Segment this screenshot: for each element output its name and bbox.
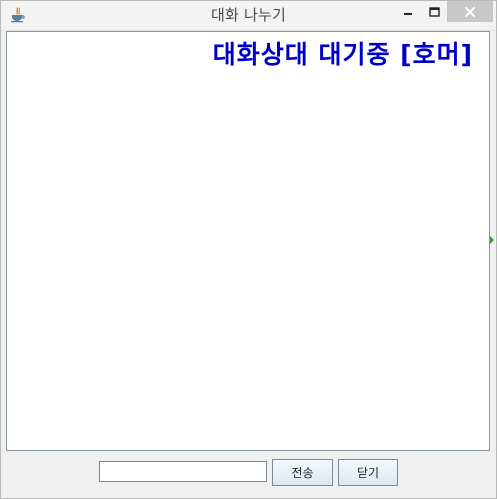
chat-transcript-area[interactable]: 대화상대 대기중 [호머] — [6, 31, 490, 451]
minimize-icon — [403, 7, 413, 17]
chat-status-text: 대화상대 대기중 [호머] — [212, 40, 473, 69]
maximize-icon — [428, 6, 440, 17]
close-window-button[interactable] — [447, 1, 493, 22]
java-cup-icon — [9, 7, 25, 23]
maximize-button[interactable] — [421, 1, 447, 22]
composer-bar: 전송 닫기 — [1, 452, 496, 498]
resize-handle-icon — [490, 229, 494, 244]
close-chat-button[interactable]: 닫기 — [338, 459, 398, 486]
message-input[interactable] — [99, 461, 267, 482]
titlebar[interactable]: 대화 나누기 — [1, 1, 496, 31]
minimize-button[interactable] — [394, 1, 421, 22]
send-button[interactable]: 전송 — [272, 459, 333, 486]
chat-window: 대화 나누기 대화상대 대기중 [호머] 전송 닫기 — [0, 0, 497, 499]
close-icon — [464, 6, 476, 18]
